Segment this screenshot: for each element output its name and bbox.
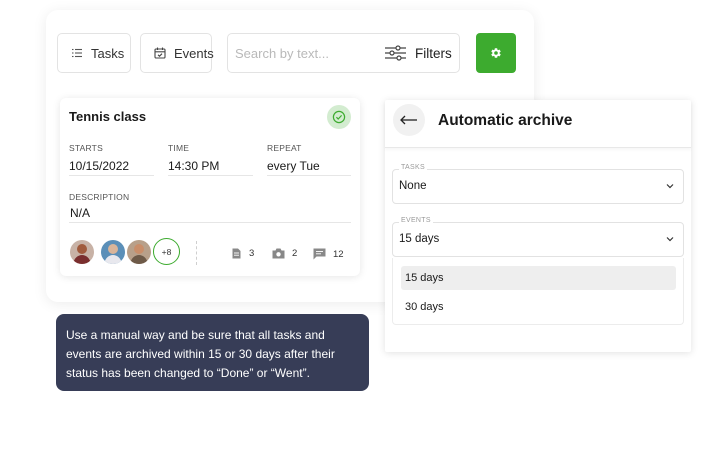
comment-icon <box>313 248 326 260</box>
dropdown-option-30-days[interactable]: 30 days <box>401 295 676 319</box>
photos-count[interactable]: 2 <box>272 248 297 259</box>
gear-icon <box>490 47 502 59</box>
list-icon <box>71 47 83 59</box>
search-box: Filters <box>227 33 460 73</box>
events-label: Events <box>174 45 214 61</box>
description-value[interactable]: N/A <box>69 206 351 223</box>
automatic-archive-panel: Automatic archive TASKS None EVENTS 15 d… <box>385 100 691 352</box>
comments-count-value: 12 <box>333 248 344 260</box>
dropdown-option-15-days[interactable]: 15 days <box>401 266 676 290</box>
camera-icon <box>272 248 285 259</box>
filters-label: Filters <box>415 45 452 61</box>
archive-title: Automatic archive <box>438 112 573 129</box>
events-select-value: 15 days <box>399 233 440 245</box>
events-dropdown-menu: 15 days 30 days <box>392 258 684 325</box>
chevron-down-icon <box>666 236 674 242</box>
time-value[interactable]: 14:30 PM <box>168 159 253 176</box>
settings-button[interactable] <box>476 33 516 73</box>
chevron-down-icon <box>666 183 674 189</box>
starts-value[interactable]: 10/15/2022 <box>69 159 154 176</box>
back-button[interactable] <box>393 104 425 136</box>
sliders-icon <box>385 45 406 61</box>
tasks-select-value: None <box>399 180 427 192</box>
document-icon <box>231 248 242 259</box>
photos-count-value: 2 <box>292 248 298 259</box>
more-avatars-badge[interactable]: +8 <box>153 238 180 265</box>
tasks-label: Tasks <box>91 45 125 61</box>
avatar <box>68 238 96 266</box>
tasks-select-label: TASKS <box>399 164 427 171</box>
description-label: DESCRIPTION <box>69 192 130 202</box>
events-select-label: EVENTS <box>399 217 433 224</box>
task-title: Tennis class <box>69 109 147 124</box>
documents-count-value: 3 <box>249 248 255 259</box>
starts-label: STARTS <box>69 143 103 153</box>
filters-button[interactable]: Filters <box>385 45 452 61</box>
divider <box>196 241 197 265</box>
search-input[interactable] <box>235 45 385 61</box>
info-tooltip: Use a manual way and be sure that all ta… <box>56 314 369 391</box>
archive-header: Automatic archive <box>385 100 691 148</box>
repeat-value[interactable]: every Tue <box>267 159 351 176</box>
repeat-label: REPEAT <box>267 143 302 153</box>
arrow-left-icon <box>400 115 418 125</box>
avatar <box>99 238 127 266</box>
documents-count[interactable]: 3 <box>231 248 254 259</box>
events-archive-select[interactable]: EVENTS 15 days <box>392 217 684 257</box>
avatar <box>125 238 153 266</box>
task-card[interactable]: Tennis class STARTS 10/15/2022 TIME 14:3… <box>60 98 360 276</box>
comments-count[interactable]: 12 <box>313 248 344 260</box>
done-check-icon[interactable] <box>327 105 351 129</box>
calendar-icon <box>154 47 166 59</box>
time-label: TIME <box>168 143 190 153</box>
tasks-archive-select[interactable]: TASKS None <box>392 164 684 204</box>
tasks-tab-button[interactable]: Tasks <box>57 33 131 73</box>
events-tab-button[interactable]: Events <box>140 33 214 73</box>
